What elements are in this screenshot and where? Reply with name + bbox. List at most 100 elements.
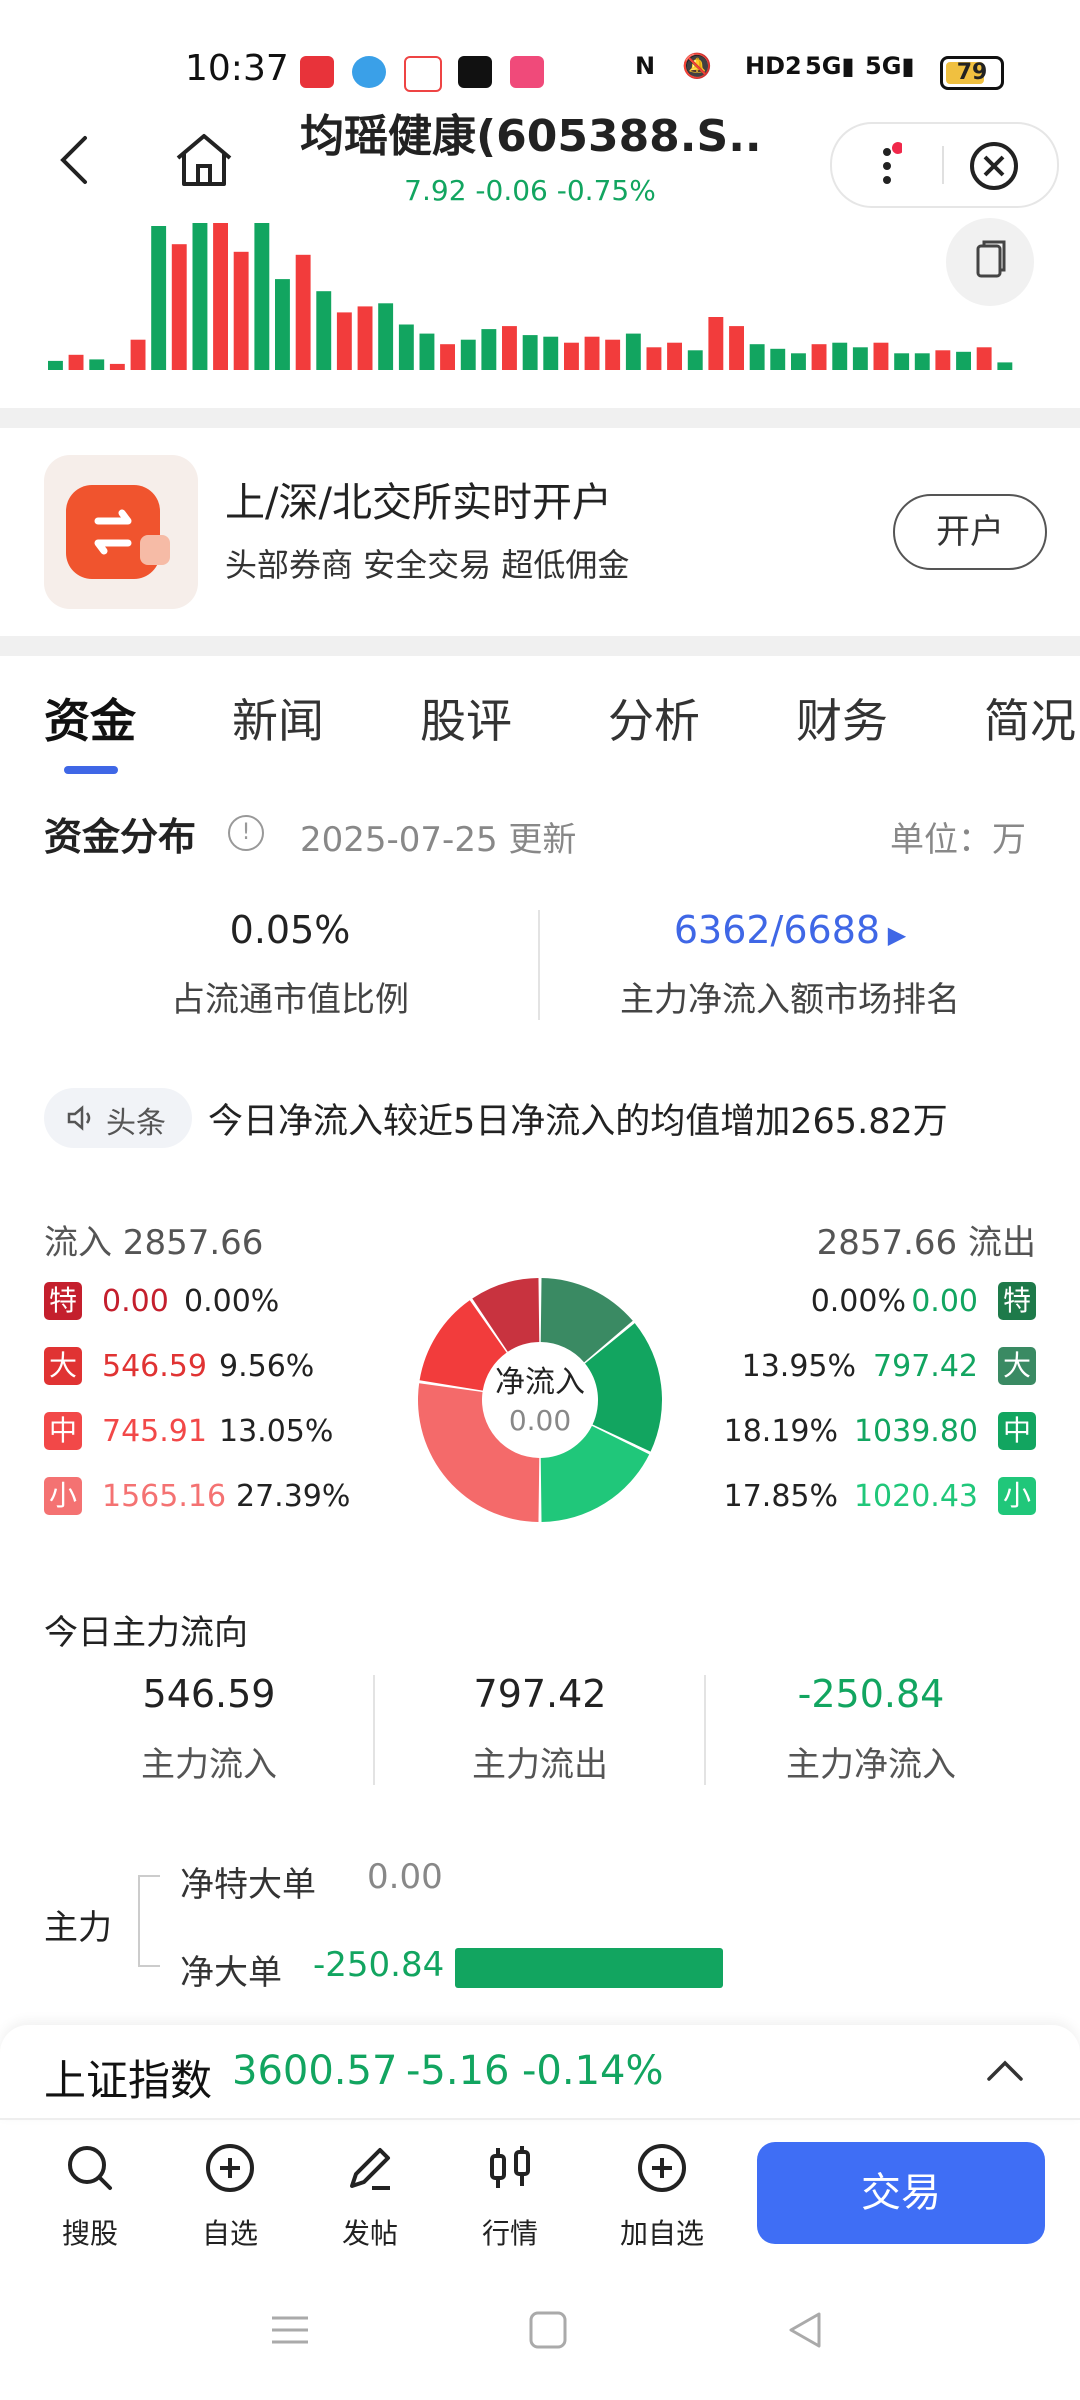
outflow-total: 2857.66 流出 bbox=[816, 1223, 1036, 1263]
volume-bar bbox=[130, 339, 146, 370]
status-bar: 10:37 N 🔕 HD2 5G▮ 5G▮ 79 bbox=[0, 0, 1080, 110]
ad-title: 上/深/北交所实时开户 bbox=[225, 480, 612, 526]
volume-bar bbox=[68, 354, 84, 370]
home-icon bbox=[176, 134, 232, 186]
volume-bar bbox=[935, 350, 951, 370]
close-circle-icon bbox=[970, 142, 1018, 190]
back-button[interactable] bbox=[55, 130, 95, 190]
outflow-pct: 18.19% bbox=[723, 1414, 838, 1449]
tab-news[interactable]: 新闻 bbox=[232, 685, 324, 751]
info-icon[interactable]: ! bbox=[228, 815, 264, 851]
battery-level: 79 bbox=[956, 60, 988, 85]
volume-bar bbox=[460, 339, 476, 370]
pencil-icon bbox=[350, 2148, 390, 2190]
nav-watchlist[interactable]: 自选 bbox=[180, 2140, 280, 2252]
close-button[interactable] bbox=[968, 140, 1020, 192]
volume-bar bbox=[502, 326, 517, 370]
volume-bar bbox=[708, 317, 724, 370]
tag-super: 特 bbox=[44, 1282, 82, 1320]
expand-button[interactable] bbox=[985, 2055, 1025, 2085]
hd-label: HD2 bbox=[745, 52, 802, 80]
nav-market[interactable]: 行情 bbox=[460, 2140, 560, 2252]
inflow-pct: 9.56% bbox=[219, 1349, 315, 1384]
tab-profile[interactable]: 简况 bbox=[984, 685, 1076, 751]
more-menu-button[interactable] bbox=[872, 138, 904, 194]
system-menu-button[interactable] bbox=[270, 2310, 310, 2354]
volume-bar bbox=[625, 333, 641, 370]
tab-analysis[interactable]: 分析 bbox=[608, 685, 700, 751]
nfc-icon: N bbox=[635, 52, 656, 80]
nav-label: 行情 bbox=[481, 2217, 538, 2250]
system-home-button[interactable] bbox=[528, 2310, 568, 2354]
home-button[interactable] bbox=[170, 128, 238, 192]
tab-finance[interactable]: 财务 bbox=[796, 685, 888, 751]
volume-bar bbox=[522, 335, 538, 370]
index-change: -5.16 bbox=[406, 2048, 510, 2094]
volume-bar bbox=[357, 306, 373, 370]
tag-super: 特 bbox=[998, 1282, 1036, 1320]
news-badge[interactable]: 头条 bbox=[44, 1088, 192, 1148]
tab-funds[interactable]: 资金 bbox=[44, 685, 136, 751]
trade-button[interactable]: 交易 bbox=[757, 2142, 1045, 2244]
menu-lines-icon bbox=[272, 2316, 308, 2344]
today-flow-title: 今日主力流向 bbox=[44, 1613, 248, 1653]
outflow-value: 797.42 bbox=[873, 1349, 978, 1384]
net-large-value: -250.84 bbox=[313, 1945, 445, 1985]
main-net-label: 主力净流入 bbox=[786, 1745, 956, 1785]
tag-medium: 中 bbox=[44, 1412, 82, 1450]
volume-bar bbox=[976, 347, 992, 370]
outflow-value: 1039.80 bbox=[853, 1414, 978, 1449]
more-dots-icon bbox=[883, 142, 904, 184]
update-date: 2025-07-25 更新 bbox=[300, 820, 577, 860]
main-net-value: -250.84 bbox=[797, 1672, 945, 1716]
market-rank-link[interactable]: 6362/6688 ▶ bbox=[560, 908, 1020, 952]
index-value: 3600.57 bbox=[232, 2048, 398, 2094]
volume-bar bbox=[584, 336, 600, 370]
inflow-value: 546.59 bbox=[102, 1349, 207, 1384]
outflow-value: 0.00 bbox=[911, 1284, 978, 1319]
volume-bar bbox=[192, 223, 208, 370]
main-outflow-value: 797.42 bbox=[473, 1672, 607, 1716]
volume-bar bbox=[378, 303, 394, 370]
speaker-icon bbox=[67, 1105, 91, 1131]
open-account-button[interactable]: 开户 bbox=[893, 494, 1047, 570]
music-icon bbox=[458, 56, 492, 88]
news-headline[interactable]: 今日净流入较近5日净流入的均值增加265.82万 bbox=[208, 1093, 948, 1144]
outflow-pct: 0.00% bbox=[810, 1284, 906, 1319]
tag-large: 大 bbox=[44, 1347, 82, 1385]
nav-label: 自选 bbox=[201, 2217, 258, 2250]
divider-band bbox=[0, 636, 1080, 656]
plus-circle-icon bbox=[638, 2144, 686, 2192]
volume-bar bbox=[254, 223, 270, 370]
volume-chart bbox=[48, 223, 1013, 370]
volume-bar bbox=[770, 348, 786, 370]
nav-search-stock[interactable]: 搜股 bbox=[40, 2140, 140, 2252]
signal-5g-1: 5G▮ bbox=[805, 52, 855, 80]
nav-post[interactable]: 发帖 bbox=[320, 2140, 420, 2252]
tag-medium: 中 bbox=[998, 1412, 1036, 1450]
divider bbox=[0, 2118, 1080, 2120]
index-change-pct: -0.14% bbox=[522, 2048, 664, 2094]
volume-bar bbox=[543, 336, 559, 370]
bracket-bottom bbox=[138, 1965, 160, 1967]
float-ratio-value: 0.05% bbox=[229, 908, 351, 952]
net-super-value: 0.00 bbox=[367, 1857, 443, 1897]
volume-bar bbox=[275, 279, 290, 370]
system-back-button[interactable] bbox=[785, 2310, 825, 2354]
ad-app-icon[interactable] bbox=[44, 455, 198, 609]
outflow-pct: 17.85% bbox=[723, 1479, 838, 1514]
tab-comments[interactable]: 股评 bbox=[420, 685, 512, 751]
toutiao-icon bbox=[300, 56, 334, 88]
net-super-label: 净特大单 bbox=[180, 1865, 316, 1905]
divider-band bbox=[0, 408, 1080, 428]
nav-add-watchlist[interactable]: 加自选 bbox=[612, 2140, 712, 2252]
candlestick-icon bbox=[490, 2146, 530, 2188]
triangle-back-icon bbox=[789, 2312, 821, 2348]
volume-bar bbox=[729, 326, 744, 370]
volume-bar bbox=[233, 251, 249, 370]
back-arrow-icon bbox=[60, 136, 87, 184]
volume-bar bbox=[48, 360, 63, 370]
outflow-value: 1020.43 bbox=[853, 1479, 978, 1514]
volume-bar bbox=[564, 342, 579, 370]
divider bbox=[538, 910, 540, 1020]
